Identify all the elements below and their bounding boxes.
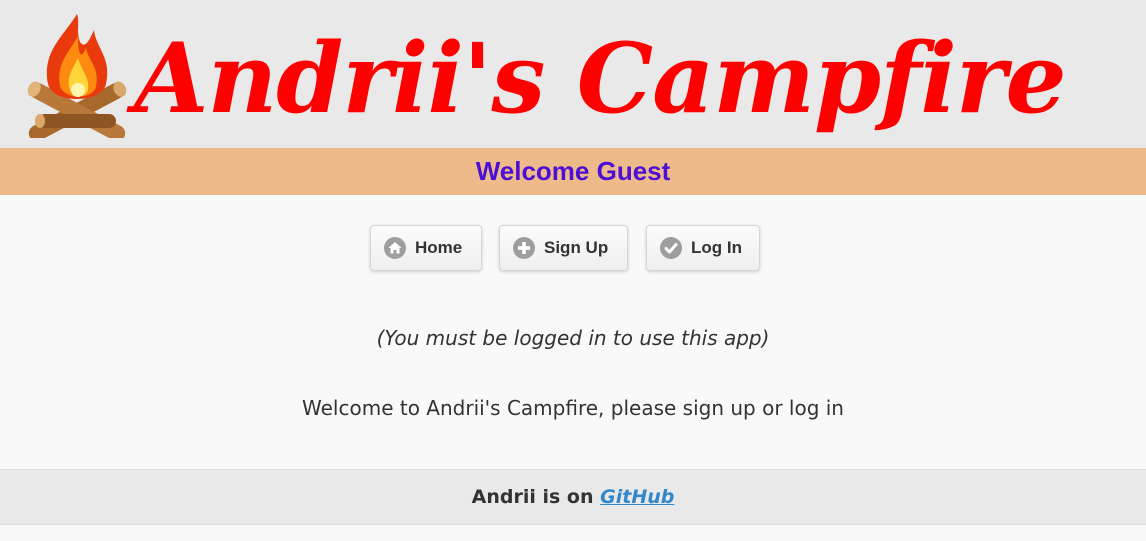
log-in-button[interactable]: Log In (646, 225, 760, 271)
welcome-bar: Welcome Guest (0, 148, 1146, 195)
welcome-text: Welcome Guest (475, 156, 671, 186)
site-footer: Andrii is on GitHub (0, 469, 1146, 525)
sign-up-button[interactable]: Sign Up (499, 225, 628, 271)
site-title: Andrii's Campfire (134, 22, 1067, 135)
footer-text: Andrii is on GitHub (472, 486, 675, 508)
campfire-icon (27, 14, 127, 138)
home-icon (384, 237, 406, 259)
footer-prefix: Andrii is on (471, 486, 601, 508)
sign-up-button-label: Sign Up (544, 238, 609, 257)
check-circle-icon (660, 237, 682, 259)
login-required-note: (You must be logged in to use this app) (376, 326, 770, 350)
welcome-message: Welcome to Andrii's Campfire, please sig… (302, 396, 844, 420)
nav-bar: Home Sign Up Log In (0, 225, 1146, 273)
home-button-label: Home (415, 238, 463, 257)
site-header: Andrii's Campfire (0, 0, 1146, 148)
home-button[interactable]: Home (370, 225, 482, 271)
github-link[interactable]: GitHub (600, 486, 674, 508)
plus-circle-icon (513, 237, 535, 259)
log-in-button-label: Log In (691, 238, 742, 257)
